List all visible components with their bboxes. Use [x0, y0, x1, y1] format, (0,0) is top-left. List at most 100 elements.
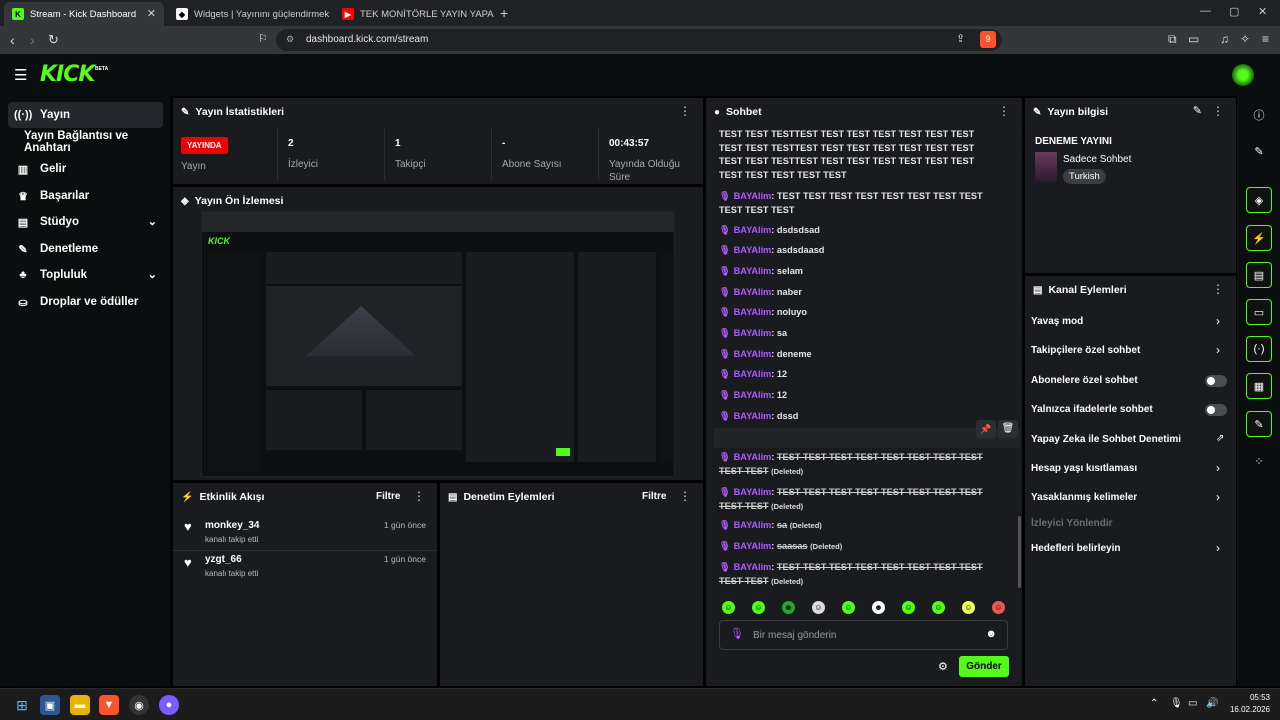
new-tab-icon[interactable]: +: [500, 5, 508, 21]
emote-icon[interactable]: ☻: [872, 601, 885, 614]
emote-icon[interactable]: ☺: [992, 601, 1005, 614]
more-icon[interactable]: ⋮: [998, 104, 1010, 118]
minimize-icon[interactable]: —: [1200, 5, 1211, 17]
emote-icon[interactable]: ☺: [722, 601, 735, 614]
reload-icon[interactable]: ↻: [48, 32, 59, 48]
chat-username[interactable]: BAYAlim: [734, 266, 772, 276]
chat-username[interactable]: BAYAlim: [734, 520, 772, 530]
moderation-filter-button[interactable]: Filtre: [642, 491, 666, 502]
sidebar-item-topluluk[interactable]: ♣ Topluluk ⌄: [8, 262, 163, 288]
sidebar-toggle-icon[interactable]: ▭: [1188, 32, 1199, 46]
mic-icon[interactable]: 🎙: [1170, 698, 1183, 709]
edit-icon[interactable]: ✎: [1193, 104, 1202, 117]
chat-username[interactable]: BAYAlim: [734, 562, 772, 572]
chat-username[interactable]: BAYAlim: [734, 541, 772, 551]
store-icon[interactable]: ▣: [40, 695, 60, 715]
trash-icon[interactable]: 🗑: [998, 420, 1018, 438]
bolt-icon[interactable]: ⚡: [1246, 225, 1272, 251]
app-icon[interactable]: ●: [159, 695, 179, 715]
info-icon[interactable]: ⓘ: [1246, 102, 1272, 128]
window-close-icon[interactable]: ✕: [1258, 5, 1267, 18]
preview-widget-icon[interactable]: ◈: [1246, 187, 1272, 213]
add-widget-icon[interactable]: ⁘: [1246, 448, 1272, 474]
back-icon[interactable]: ‹: [10, 32, 15, 48]
obs-icon[interactable]: ◉: [129, 695, 149, 715]
wrench-icon[interactable]: ✎: [1246, 411, 1272, 437]
chat-username[interactable]: BAYAlim: [734, 452, 772, 462]
chat-username[interactable]: BAYAlim: [734, 287, 772, 297]
action-slow-mode[interactable]: Yavaş mod: [1031, 316, 1231, 327]
external-link-icon[interactable]: ⇗: [1216, 433, 1224, 444]
share-icon[interactable]: ⇪: [956, 32, 965, 45]
emote-only-toggle[interactable]: [1205, 404, 1227, 416]
browser-tab-widgets[interactable]: ◆ Widgets | Yayınını güçlendirmek için .…: [168, 2, 330, 26]
tray-chevron-icon[interactable]: ⌃: [1150, 698, 1158, 709]
music-icon[interactable]: ♫: [1220, 32, 1229, 46]
chat-username[interactable]: BAYAlim: [734, 349, 772, 359]
broadcast-icon[interactable]: (·): [1246, 336, 1272, 362]
chat-username[interactable]: BAYAlim: [734, 487, 772, 497]
avatar[interactable]: [1232, 64, 1254, 86]
pin-icon[interactable]: 📌: [976, 420, 996, 438]
action-followers-only[interactable]: Takipçilere özel sohbet: [1031, 345, 1231, 356]
more-icon[interactable]: ⋮: [1212, 282, 1224, 296]
more-icon[interactable]: ⋮: [413, 489, 425, 503]
volume-icon[interactable]: 🔊: [1206, 698, 1218, 709]
bookmark-icon[interactable]: ⚐: [258, 32, 268, 45]
file-explorer-icon[interactable]: ▬: [70, 695, 90, 715]
browser-tab-kick[interactable]: K Stream - Kick Dashboard ✕: [4, 2, 164, 26]
chat-input[interactable]: 🎙 Bir mesaj gönderin ☻: [719, 620, 1008, 650]
hamburger-icon[interactable]: ☰: [14, 66, 27, 84]
action-account-age[interactable]: Hesap yaşı kısıtlaması: [1031, 463, 1231, 474]
brave-browser-icon[interactable]: ▼: [99, 695, 119, 715]
edit-icon[interactable]: ✎: [1246, 138, 1272, 164]
chat-username[interactable]: BAYAlim: [734, 245, 772, 255]
list-icon[interactable]: ▤: [1246, 262, 1272, 288]
maximize-icon[interactable]: ▢: [1229, 5, 1239, 18]
leo-ai-icon[interactable]: ✧: [1240, 32, 1250, 46]
kick-logo[interactable]: KICK: [40, 62, 95, 87]
subscribers-only-toggle[interactable]: [1205, 375, 1227, 387]
brave-shield-icon[interactable]: 9: [980, 31, 996, 48]
chat-username[interactable]: BAYAlim: [734, 225, 772, 235]
chat-settings-icon[interactable]: ⚙: [938, 660, 948, 673]
layout-icon[interactable]: ▦: [1246, 373, 1272, 399]
chevron-right-icon[interactable]: ›: [1216, 490, 1220, 504]
site-info-icon[interactable]: ⚙: [286, 34, 294, 45]
menu-icon[interactable]: ≡: [1262, 32, 1269, 46]
chevron-right-icon[interactable]: ›: [1216, 541, 1220, 555]
chevron-right-icon[interactable]: ›: [1216, 314, 1220, 328]
emote-icon[interactable]: ☺: [962, 601, 975, 614]
close-icon[interactable]: ✕: [147, 7, 156, 20]
activity-filter-button[interactable]: Filtre: [376, 491, 400, 502]
windows-start-icon[interactable]: ⊞: [12, 695, 32, 715]
chat-username[interactable]: BAYAlim: [734, 411, 772, 421]
more-icon[interactable]: ⋮: [679, 104, 691, 118]
chat-username[interactable]: BAYAlim: [734, 369, 772, 379]
chevron-right-icon[interactable]: ›: [1216, 343, 1220, 357]
stream-preview-video[interactable]: KICK: [201, 211, 675, 477]
action-ai-moderation[interactable]: Yapay Zeka ile Sohbet Denetimi: [1031, 434, 1231, 445]
emoji-icon[interactable]: ☻: [985, 628, 997, 640]
emote-icon[interactable]: ☺: [752, 601, 765, 614]
chat-icon[interactable]: ▭: [1246, 299, 1272, 325]
forward-icon[interactable]: ›: [30, 32, 35, 48]
url-field[interactable]: ⚙ dashboard.kick.com/stream: [276, 29, 1002, 51]
more-icon[interactable]: ⋮: [1212, 104, 1224, 118]
emote-icon[interactable]: ☺: [842, 601, 855, 614]
emote-icon[interactable]: ☺: [812, 601, 825, 614]
sidebar-item-yayin[interactable]: ((·)) Yayın: [8, 102, 163, 128]
sidebar-item-droplar[interactable]: ⛀ Droplar ve ödüller: [8, 289, 163, 315]
chat-scrollbar[interactable]: [1018, 516, 1021, 588]
action-set-goals[interactable]: Hedefleri belirleyin: [1031, 543, 1231, 554]
extensions-icon[interactable]: ⧉: [1168, 32, 1177, 47]
emote-icon[interactable]: ☺: [932, 601, 945, 614]
sidebar-item-studyo[interactable]: ▤ Stüdyo ⌄: [8, 209, 163, 235]
network-icon[interactable]: ▭: [1188, 698, 1197, 709]
chat-username[interactable]: BAYAlim: [734, 328, 772, 338]
sidebar-item-denetleme[interactable]: ✎ Denetleme: [8, 236, 163, 262]
chat-username[interactable]: BAYAlim: [734, 390, 772, 400]
sidebar-item-stream-key[interactable]: Yayın Bağlantısı ve Anahtarı: [18, 129, 173, 155]
chevron-right-icon[interactable]: ›: [1216, 461, 1220, 475]
emote-icon[interactable]: ☺: [902, 601, 915, 614]
